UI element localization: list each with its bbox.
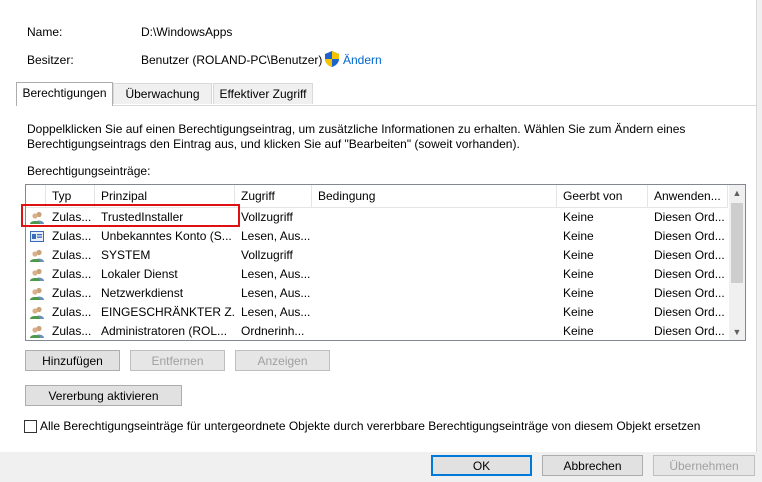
apply-button[interactable]: Übernehmen xyxy=(653,455,755,476)
tab-permissions[interactable]: Berechtigungen xyxy=(16,82,113,106)
cell-prinzipal: Lokaler Dienst xyxy=(101,267,178,281)
cell-bedingung xyxy=(312,227,557,246)
column-header-applies-to[interactable]: Anwenden... xyxy=(648,185,728,207)
cell-bedingung xyxy=(312,246,557,265)
cell-typ: Zulas... xyxy=(52,324,92,338)
cell-typ: Zulas... xyxy=(52,229,92,243)
cell-zugriff: Vollzugriff xyxy=(241,248,293,262)
name-label: Name: xyxy=(27,25,63,39)
cell-bedingung xyxy=(312,208,557,227)
cell-typ: Zulas... xyxy=(52,286,92,300)
cell-typ: Zulas... xyxy=(52,248,92,262)
info-text-line-2: Berechtigungseintrags den Eintrag aus, u… xyxy=(27,137,520,151)
name-value: D:\WindowsApps xyxy=(141,25,233,39)
replace-child-permissions-checkbox[interactable] xyxy=(24,420,37,433)
cell-zugriff: Vollzugriff xyxy=(241,210,293,224)
group-icon xyxy=(30,249,44,262)
view-button[interactable]: Anzeigen xyxy=(235,350,330,371)
cell-typ: Zulas... xyxy=(52,267,92,281)
owner-label: Besitzer: xyxy=(27,53,74,67)
unknown-account-icon xyxy=(30,230,44,243)
cell-geerbt: Keine xyxy=(563,324,594,338)
cell-bedingung xyxy=(312,322,557,340)
cell-geerbt: Keine xyxy=(563,210,594,224)
cell-prinzipal: SYSTEM xyxy=(101,248,151,262)
cell-bedingung xyxy=(312,265,557,284)
cell-anwenden: Diesen Ord... xyxy=(654,210,725,224)
group-icon xyxy=(30,268,44,281)
column-header-condition[interactable]: Bedingung xyxy=(312,185,557,207)
tab-effective-access[interactable]: Effektiver Zugriff xyxy=(213,83,313,104)
table-row[interactable]: Zulas... Unbekanntes Konto (S... Lesen, Au… xyxy=(26,227,728,246)
cell-anwenden: Diesen Ord... xyxy=(654,324,725,338)
cell-anwenden: Diesen Ord... xyxy=(654,248,725,262)
cell-geerbt: Keine xyxy=(563,248,594,262)
cell-geerbt: Keine xyxy=(563,267,594,281)
table-row[interactable]: Zulas... Administratoren (ROL... Ordnerinh… xyxy=(26,322,728,340)
scroll-down-arrow-icon[interactable]: ▼ xyxy=(729,324,745,340)
table-row[interactable]: Zulas... EINGESCHRÄNKTER Z... Lesen, Aus..… xyxy=(26,303,728,322)
cell-zugriff: Lesen, Aus... xyxy=(241,229,311,243)
table-row[interactable]: Zulas... Lokaler Dienst Lesen, Aus... Keine… xyxy=(26,265,728,284)
table-row[interactable]: Zulas... Netzwerkdienst Lesen, Aus... Keine… xyxy=(26,284,728,303)
cell-geerbt: Keine xyxy=(563,305,594,319)
cell-prinzipal: Unbekanntes Konto (S... xyxy=(101,229,232,243)
cell-zugriff: Lesen, Aus... xyxy=(241,286,311,300)
list-vertical-scrollbar[interactable]: ▲ ▼ xyxy=(729,185,745,340)
scrollbar-thumb[interactable] xyxy=(731,203,743,283)
owner-value: Benutzer (ROLAND-PC\Benutzer) xyxy=(141,53,323,67)
cell-zugriff: Ordnerinh... xyxy=(241,324,305,338)
cell-anwenden: Diesen Ord... xyxy=(654,305,725,319)
highlight-box xyxy=(21,204,240,227)
replace-child-permissions-label: Alle Berechtigungseinträge für untergeor… xyxy=(40,419,701,433)
group-icon xyxy=(30,306,44,319)
cell-prinzipal: Netzwerkdienst xyxy=(101,286,184,300)
info-text-line-1: Doppelklicken Sie auf einen Berechtigung… xyxy=(27,122,686,136)
cell-geerbt: Keine xyxy=(563,286,594,300)
cell-geerbt: Keine xyxy=(563,229,594,243)
remove-button[interactable]: Entfernen xyxy=(130,350,225,371)
group-icon xyxy=(30,287,44,300)
cell-prinzipal: Administratoren (ROL... xyxy=(101,324,228,338)
cell-typ: Zulas... xyxy=(52,305,92,319)
cell-zugriff: Lesen, Aus... xyxy=(241,305,311,319)
cancel-button[interactable]: Abbrechen xyxy=(542,455,643,476)
cell-bedingung xyxy=(312,303,557,322)
tab-auditing[interactable]: Überwachung xyxy=(113,83,212,104)
shield-icon xyxy=(325,51,339,67)
ok-button[interactable]: OK xyxy=(431,455,532,476)
column-header-inherited-from[interactable]: Geerbt von xyxy=(557,185,648,207)
cell-anwenden: Diesen Ord... xyxy=(654,286,725,300)
change-owner-link[interactable]: Ändern xyxy=(343,53,382,67)
table-row[interactable]: Zulas... SYSTEM Vollzugriff Keine Diesen Ord… xyxy=(26,246,728,265)
cell-bedingung xyxy=(312,284,557,303)
cell-anwenden: Diesen Ord... xyxy=(654,267,725,281)
group-icon xyxy=(30,325,44,338)
cell-anwenden: Diesen Ord... xyxy=(654,229,725,243)
tab-divider xyxy=(16,105,756,106)
add-button[interactable]: Hinzufügen xyxy=(25,350,120,371)
column-header-access[interactable]: Zugriff xyxy=(235,185,312,207)
scroll-up-arrow-icon[interactable]: ▲ xyxy=(729,185,745,201)
cell-prinzipal: EINGESCHRÄNKTER Z... xyxy=(101,305,235,319)
cell-zugriff: Lesen, Aus... xyxy=(241,267,311,281)
entries-label: Berechtigungseinträge: xyxy=(27,164,151,178)
enable-inheritance-button[interactable]: Vererbung aktivieren xyxy=(25,385,182,406)
